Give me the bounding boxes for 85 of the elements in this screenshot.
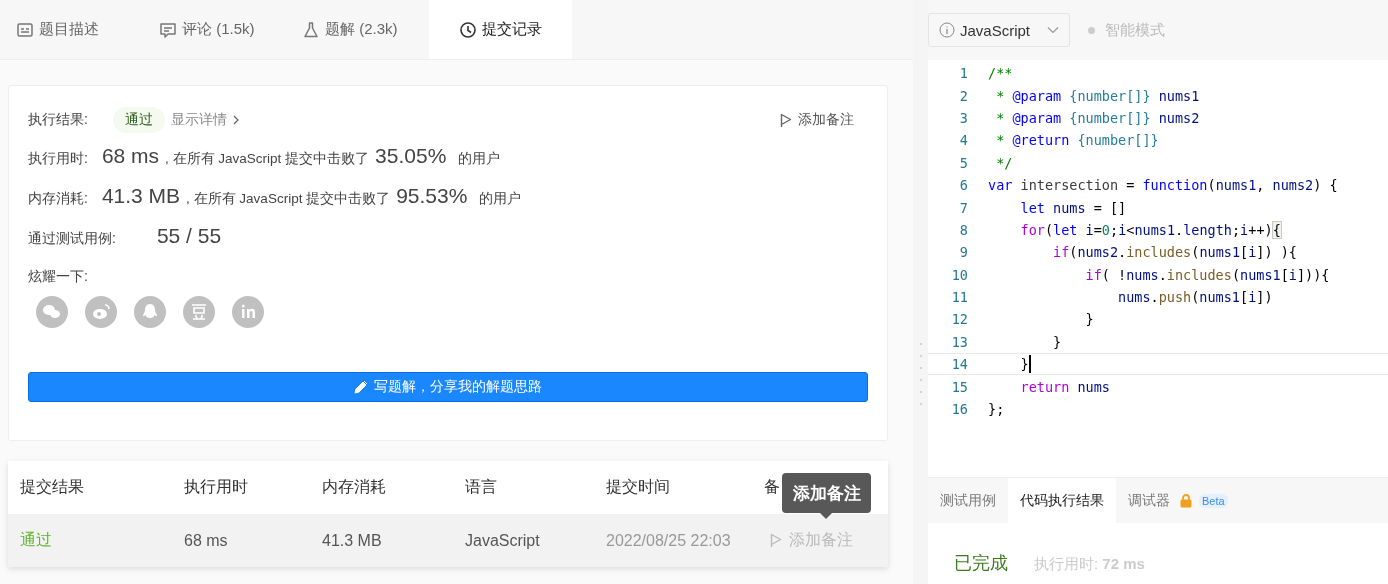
code-line: } [1019,355,1031,374]
line-number: 4 [958,132,968,149]
details-link[interactable]: 显示详情 [171,111,240,129]
code-line: * @param {number[]} nums1 [995,87,1200,104]
stat-label: 执行用时: [28,150,88,168]
flag-icon [770,533,782,548]
line-number: 5 [958,154,968,171]
line-number: 6 [958,177,968,194]
flag-icon [780,112,792,128]
tab[interactable]: 评论 (1.5k) [143,0,286,59]
line-number: 13 [950,333,968,350]
comment-icon [159,20,177,39]
tab[interactable]: 题解 (2.3k) [286,0,429,59]
console-tab[interactable]: 测试用例 [928,478,1008,523]
line-number: 16 [950,401,968,418]
tab[interactable]: 题目描述 [0,0,143,59]
code-line: } [1052,333,1062,350]
chat-bubbles-icon[interactable] [36,296,68,328]
stat-text: 的用户 [479,190,522,208]
code-line: if(nums2.includes(nums1[i]) ){ [1052,244,1297,261]
column-header: 提交结果 [20,477,84,497]
code-line: } [1084,311,1094,328]
stat-percent: 35.05% [375,144,447,168]
code-line: var intersection = function(nums1, nums2) { [988,177,1338,194]
write-solution-button[interactable]: 写题解，分享我的解题思路 [28,372,868,402]
stat-label: 通过测试用例: [28,230,116,248]
code-line: return nums [1019,378,1110,395]
table-cell-text: 2022/08/25 22:03 [606,531,732,550]
code-line: }; [988,401,1005,418]
code-line: */ [995,154,1013,171]
code-line: if( !nums.includes(nums1[i])){ [1084,266,1330,283]
eye-icon[interactable] [85,296,117,328]
stat-text: , 在所有 JavaScript 提交中击败了 [186,190,391,208]
tooltip-arrow [820,513,832,519]
lock-icon [1180,493,1192,508]
status-text: 已完成 [954,552,1008,575]
tooltip: 添加备注 [782,473,871,513]
column-header: 执行用时 [184,477,248,497]
penguin-icon[interactable] [134,296,166,328]
code-line: * @return {number[]} [995,132,1159,149]
code-line: /** [988,65,1013,82]
column-header: 提交时间 [606,477,670,497]
beta-badge: Beta [1199,493,1228,508]
line-number: 15 [950,378,968,395]
code-line: nums.push(nums1[i]) [1117,289,1273,306]
document-icon [16,20,34,39]
stat-value: 68 ms [101,144,160,168]
add-note-button[interactable]: 添加备注 [780,111,854,129]
table-cell-text: JavaScript [465,531,541,550]
code-line: let nums = [] [1019,199,1127,216]
status-badge: 通过 [113,107,165,133]
column-header: 语言 [465,477,497,497]
table-cell-text: 41.3 MB [322,531,383,550]
pencil-icon [354,380,368,394]
console-tab[interactable]: 代码执行结果 [1008,478,1116,523]
language-dropdown[interactable]: JavaScript [928,13,1070,47]
line-number: 8 [958,221,968,238]
share-label: 炫耀一下: [28,268,89,286]
line-number: 9 [958,244,968,261]
line-number: 10 [950,266,968,283]
clock-icon [459,20,477,39]
line-number: 2 [958,87,968,104]
code-line: * @param {number[]} nums2 [995,109,1200,126]
flask-icon [302,20,320,39]
field-label: 执行结果: [28,111,89,129]
line-number: 1 [958,65,968,82]
code-line: for(let i=0;i<nums1.length;i++){ [1019,221,1281,238]
line-number: 3 [958,109,968,126]
line-number: 11 [950,289,968,306]
column-header: 备 [764,477,780,497]
stat-value: 41.3 MB [101,184,181,208]
tab[interactable]: 提交记录 [429,0,572,59]
line-number: 14 [950,356,968,373]
info-icon [939,22,955,38]
chevron-down-icon [1047,26,1059,34]
table-cell-text: 68 ms [184,531,229,550]
line-number: 7 [958,199,968,216]
stat-text: , 在所有 JavaScript 提交中击败了 [165,150,370,168]
line-number: 12 [950,311,968,328]
stat-text: 的用户 [458,150,501,168]
column-header: 内存消耗 [322,477,386,497]
stat-label: 内存消耗: [28,190,88,208]
stat-percent: 95.53% [396,184,468,208]
chevron-right-icon [232,115,240,125]
stat-value: 55 / 55 [156,224,222,248]
